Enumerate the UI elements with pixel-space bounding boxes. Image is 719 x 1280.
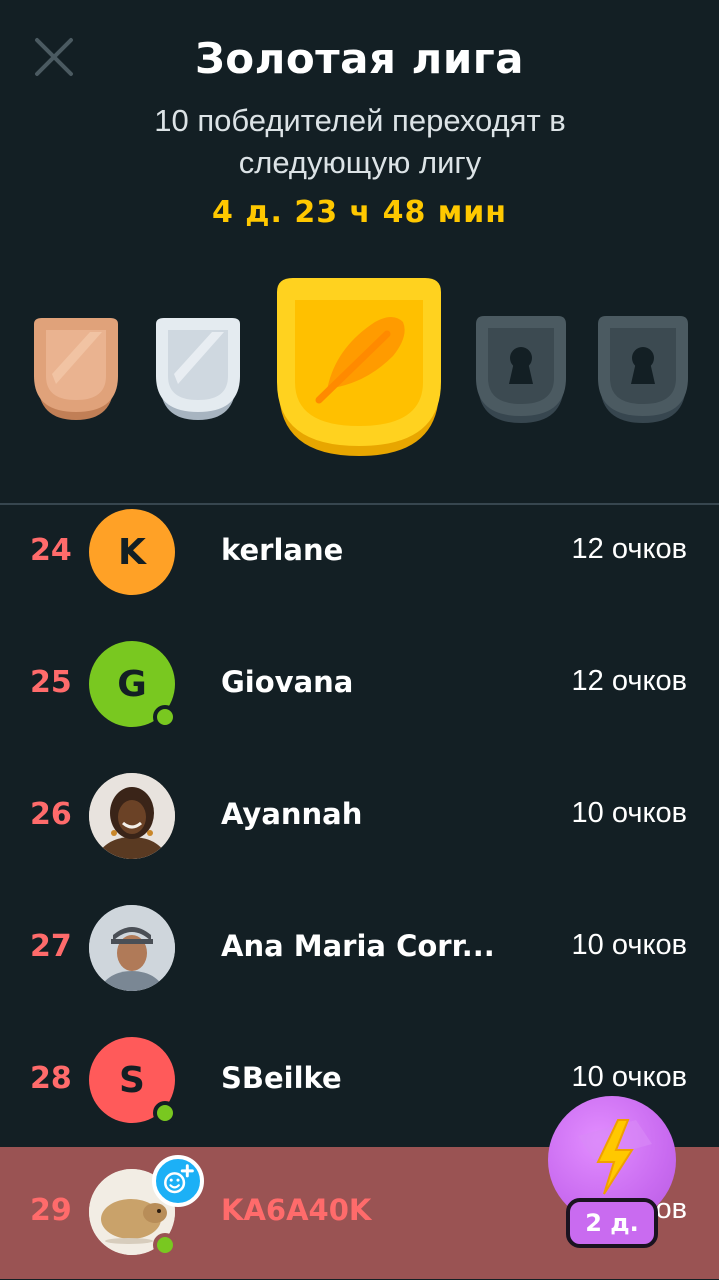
user-points: 10 очков [571, 797, 687, 829]
user-name: kerlane [221, 533, 344, 567]
rank-number: 24 [30, 533, 72, 568]
leaderboard-row[interactable]: 26 Ayannah 10 очков [0, 751, 719, 883]
user-name: SBeilke [221, 1061, 342, 1095]
user-name: Ana Maria Corr... [221, 929, 495, 963]
avatar[interactable]: S [89, 1037, 177, 1125]
avatar[interactable]: K [89, 509, 175, 595]
online-indicator [153, 1233, 177, 1257]
avatar-photo [89, 905, 175, 991]
avatar[interactable] [89, 773, 175, 859]
silver-league-badge[interactable] [152, 318, 244, 420]
league-subtitle: 10 победителей переходят в следующую лиг… [154, 103, 566, 180]
leaderboard-screen: Золотая лига 10 победителей переходят в … [0, 0, 719, 1280]
locked-league-badge[interactable] [594, 316, 692, 424]
rank-number: 29 [30, 1193, 72, 1228]
online-indicator [153, 705, 177, 729]
gold-league-badge[interactable] [275, 278, 443, 458]
user-points: 10 очков [571, 1061, 687, 1093]
leaderboard-row[interactable]: 24 K kerlane 12 очков [0, 487, 719, 619]
rank-number: 25 [30, 665, 72, 700]
online-indicator [153, 1101, 177, 1125]
avatar-initial: G [117, 663, 147, 705]
locked-league-badge[interactable] [472, 316, 570, 424]
leaderboard-row[interactable]: 27 Ana Maria Corr... 10 очков [0, 883, 719, 1015]
avatar-photo [89, 773, 175, 859]
avatar[interactable]: G [89, 641, 177, 729]
avatar[interactable] [89, 905, 175, 991]
rank-number: 26 [30, 797, 72, 832]
bronze-league-badge[interactable] [30, 318, 122, 420]
avatar-initial: K [118, 531, 146, 573]
user-name: Ayannah [221, 797, 363, 831]
avatar-initial: S [119, 1059, 145, 1101]
add-friend-icon[interactable] [152, 1155, 204, 1207]
user-name: KA6A40K [221, 1193, 372, 1227]
rank-number: 28 [30, 1061, 72, 1096]
rank-number: 27 [30, 929, 72, 964]
leaderboard-row[interactable]: 25 G Giovana 12 очков [0, 619, 719, 751]
user-name: Giovana [221, 665, 354, 699]
page-title: Золотая лига [194, 34, 525, 83]
user-points: 10 очков [571, 929, 687, 961]
league-timer: 4 д. 23 ч 48 мин [211, 195, 508, 230]
user-points: 12 очков [571, 665, 687, 697]
boost-timer-label[interactable]: 2 д. [566, 1198, 658, 1248]
user-points: 12 очков [571, 533, 687, 565]
